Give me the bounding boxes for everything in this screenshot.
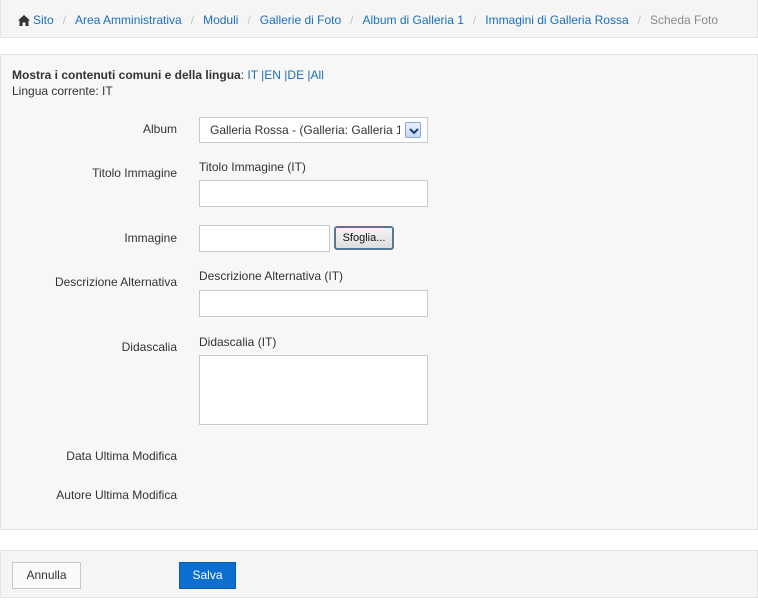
language-selector: Mostra i contenuti comuni e della lingua… (12, 68, 324, 82)
caption-textarea[interactable] (199, 355, 428, 425)
caption-label: Didascalia (121, 340, 177, 354)
breadcrumb-item-album-di-galleria[interactable]: Album di Galleria 1 (363, 13, 464, 27)
title-label: Titolo Immagine (92, 166, 177, 180)
alt-sublabel: Descrizione Alternativa (IT) (199, 269, 344, 283)
breadcrumb-separator: / (247, 13, 251, 27)
language-option-all[interactable]: All (311, 68, 324, 82)
language-option-it[interactable]: IT (247, 68, 257, 82)
action-bar: Annulla Salva (0, 550, 758, 598)
image-label: Immagine (124, 231, 177, 245)
title-sublabel: Titolo Immagine (IT) (199, 160, 306, 174)
breadcrumb-item-area-amministrativa[interactable]: Area Amministrativa (75, 13, 182, 27)
image-file-input[interactable] (199, 225, 330, 252)
breadcrumb-separator: / (62, 13, 67, 27)
breadcrumb-item-immagini-di-galleria[interactable]: Immagini di Galleria Rossa (485, 13, 628, 27)
language-option-de[interactable]: DE (287, 68, 304, 82)
alt-input[interactable] (199, 290, 428, 317)
breadcrumb-item-moduli[interactable]: Moduli (203, 13, 238, 27)
breadcrumb-separator: / (637, 13, 641, 27)
cancel-button[interactable]: Annulla (12, 562, 81, 589)
breadcrumb: Sito / Area Amministrativa / Moduli / Ga… (18, 13, 718, 27)
form-panel: Mostra i contenuti comuni e della lingua… (0, 54, 758, 530)
breadcrumb-item-current: Scheda Foto (649, 13, 719, 27)
album-select-value: Galleria Rossa - (Galleria: Galleria 1) (210, 123, 400, 137)
breadcrumb-separator: / (350, 13, 354, 27)
current-language: Lingua corrente: IT (12, 84, 113, 98)
caption-sublabel: Didascalia (IT) (199, 335, 277, 349)
language-intro: Mostra i contenuti comuni e della lingua (12, 68, 241, 82)
language-option-en[interactable]: EN (264, 68, 281, 82)
breadcrumb-item-sito[interactable]: Sito (33, 13, 54, 27)
alt-label: Descrizione Alternativa (54, 275, 177, 289)
modified-author-label: Autore Ultima Modifica (56, 488, 177, 502)
breadcrumb-separator: / (472, 13, 477, 27)
album-select[interactable]: Galleria Rossa - (Galleria: Galleria 1) (199, 117, 428, 143)
title-input[interactable] (199, 180, 428, 207)
browse-button[interactable]: Sfoglia... (334, 226, 394, 250)
breadcrumb-item-gallerie-di-foto[interactable]: Gallerie di Foto (260, 13, 341, 27)
album-label: Album (142, 122, 177, 136)
breadcrumb-bar: Sito / Area Amministrativa / Moduli / Ga… (0, 0, 758, 38)
chevron-down-icon[interactable] (405, 122, 421, 138)
modified-date-label: Data Ultima Modifica (66, 449, 177, 463)
save-button[interactable]: Salva (179, 562, 236, 589)
home-icon[interactable] (18, 14, 30, 26)
breadcrumb-separator: / (190, 13, 195, 27)
